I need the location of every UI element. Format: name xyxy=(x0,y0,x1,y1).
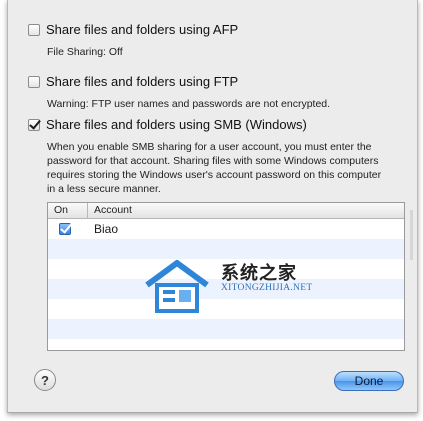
table-rows: Biao xyxy=(48,219,404,350)
afp-status: File Sharing: Off xyxy=(47,46,123,58)
empty-row xyxy=(48,299,404,319)
table-header: On Account xyxy=(48,203,404,219)
column-header-account[interactable]: Account xyxy=(88,203,132,218)
afp-option[interactable]: Share files and folders using AFP xyxy=(28,22,238,37)
empty-row xyxy=(48,319,404,339)
afp-checkbox[interactable] xyxy=(28,23,40,36)
sharing-options-sheet: Share files and folders using AFP File S… xyxy=(7,0,418,413)
done-button[interactable]: Done xyxy=(334,371,404,391)
smb-option[interactable]: Share files and folders using SMB (Windo… xyxy=(28,117,307,132)
ftp-warning: Warning: FTP user names and passwords ar… xyxy=(47,98,331,110)
table-row[interactable]: Biao xyxy=(48,219,404,239)
accounts-table: On Account Biao 系统之家 XITONGZHIJIA.NET xyxy=(47,202,405,351)
smb-checkbox[interactable] xyxy=(28,118,40,131)
column-header-on[interactable]: On xyxy=(48,203,88,218)
empty-row xyxy=(48,239,404,259)
sheet-edge-grip xyxy=(410,210,413,260)
afp-label: Share files and folders using AFP xyxy=(46,22,239,37)
empty-row xyxy=(48,279,404,299)
ftp-option[interactable]: Share files and folders using FTP xyxy=(28,74,238,89)
empty-row xyxy=(48,259,404,279)
account-enabled-checkbox[interactable] xyxy=(59,223,71,235)
empty-row xyxy=(48,339,404,350)
smb-label: Share files and folders using SMB (Windo… xyxy=(46,117,307,132)
ftp-checkbox[interactable] xyxy=(28,75,40,88)
ftp-label: Share files and folders using FTP xyxy=(46,74,239,89)
help-button[interactable]: ? xyxy=(34,369,56,391)
smb-description: When you enable SMB sharing for a user a… xyxy=(47,141,382,195)
account-name: Biao xyxy=(94,222,119,236)
